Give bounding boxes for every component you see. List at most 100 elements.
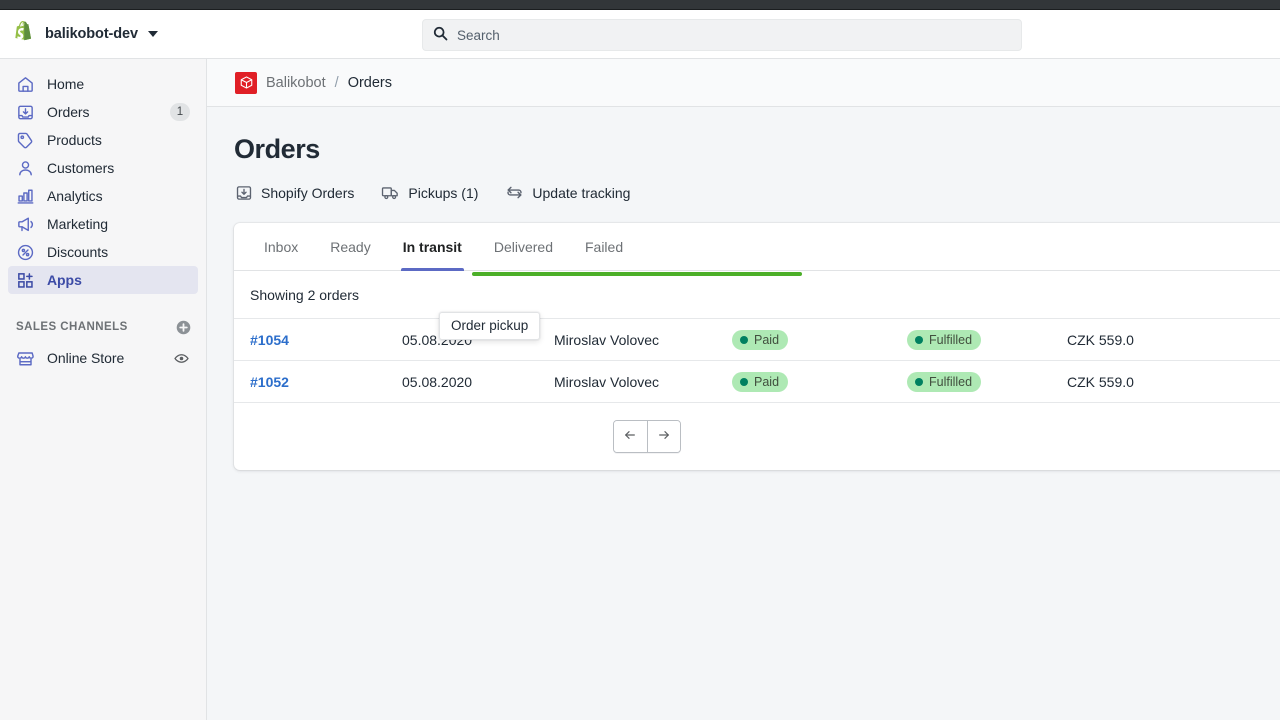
payment-status-cell: Paid: [732, 371, 907, 392]
update-tracking-action[interactable]: Update tracking: [505, 183, 630, 202]
eye-icon[interactable]: [172, 349, 190, 367]
sidebar-item-label: Orders: [47, 104, 90, 120]
tab-inbox[interactable]: Inbox: [248, 223, 314, 270]
status-dot-icon: [915, 377, 923, 386]
fulfillment-status-cell: Fulfilled: [907, 329, 1067, 350]
analytics-icon: [15, 186, 35, 206]
sidebar-item-label: Analytics: [47, 188, 103, 204]
loading-progress-bar: [472, 272, 802, 276]
status-badge: Fulfilled: [907, 371, 982, 392]
store-icon: [15, 348, 35, 368]
search-input[interactable]: [457, 27, 1011, 43]
orders-import-icon: [234, 183, 253, 202]
shop-name: balikobot-dev: [45, 26, 138, 42]
sidebar-item-apps[interactable]: Apps: [8, 266, 198, 294]
shopify-orders-action[interactable]: Shopify Orders: [234, 183, 354, 202]
plus-circle-icon[interactable]: [174, 318, 192, 336]
top-bar: balikobot-dev: [0, 10, 1280, 59]
search-icon: [433, 26, 448, 44]
order-total-cell: CZK 559.0: [1067, 373, 1134, 390]
status-badge: Paid: [732, 329, 789, 350]
sales-channels-header: SALES CHANNELS: [16, 316, 192, 338]
tooltip-text: Order pickup: [451, 318, 529, 333]
search-bar[interactable]: [422, 19, 1022, 51]
sidebar-item-products[interactable]: Products: [8, 126, 198, 154]
pagination-row: [234, 403, 1280, 470]
breadcrumb-separator: /: [334, 74, 339, 91]
refresh-icon: [505, 183, 524, 202]
sidebar-item-customers[interactable]: Customers: [8, 154, 198, 182]
previous-page-button[interactable]: [613, 421, 647, 452]
sidebar-item-label: Marketing: [47, 216, 109, 232]
browser-chrome-strip: [0, 0, 1280, 10]
arrow-right-icon: [656, 427, 672, 446]
sidebar-item-label: Apps: [47, 272, 82, 288]
tab-failed[interactable]: Failed: [569, 223, 639, 270]
showing-label: Showing 2 orders: [250, 286, 359, 303]
apps-icon: [15, 270, 35, 290]
sidebar: Home Orders 1 Products Customers Analyti…: [0, 59, 207, 720]
order-link[interactable]: #1052: [250, 374, 289, 390]
pagination-control: [612, 420, 681, 453]
table-row[interactable]: #1052 05.08.2020 Miroslav Volovec Paid F…: [234, 361, 1280, 403]
next-page-button[interactable]: [646, 421, 680, 452]
order-status-tabs: Inbox Ready In transit Delivered Failed: [234, 223, 1280, 271]
breadcrumb-app-link[interactable]: Balikobot: [266, 75, 326, 91]
order-customer-cell: Miroslav Volovec: [554, 373, 660, 390]
order-link[interactable]: #1054: [250, 332, 289, 348]
orders-card: Inbox Ready In transit Delivered Failed: [234, 223, 1280, 470]
orders-count-badge: 1: [170, 103, 190, 121]
order-customer-cell: Miroslav Volovec: [554, 331, 660, 348]
sidebar-item-orders[interactable]: Orders 1: [8, 98, 198, 126]
tab-in-transit[interactable]: In transit: [387, 223, 478, 271]
status-label: Fulfilled: [929, 332, 973, 347]
sidebar-item-online-store[interactable]: Online Store: [8, 344, 198, 372]
action-label: Update tracking: [532, 184, 631, 201]
status-dot-icon: [740, 335, 748, 344]
order-number-cell: #1052: [250, 374, 402, 390]
tab-label: Failed: [584, 238, 624, 255]
tab-label: Delivered: [493, 238, 553, 255]
breadcrumb-current: Orders: [347, 74, 393, 91]
page-actions: Shopify Orders Pickups (1) Update tracki…: [234, 183, 1280, 202]
sidebar-item-label: Online Store: [47, 350, 125, 366]
status-label: Paid: [754, 374, 780, 389]
showing-orders-text: Showing 2 orders: [234, 271, 1280, 319]
balikobot-box-icon: [235, 71, 257, 94]
tab-label: In transit: [402, 238, 462, 255]
sidebar-item-label: Products: [47, 132, 102, 148]
sales-channels-title: SALES CHANNELS: [16, 321, 128, 333]
shop-switcher[interactable]: balikobot-dev: [0, 10, 207, 58]
sidebar-item-label: Customers: [47, 160, 115, 176]
pickups-action[interactable]: Pickups (1): [381, 183, 478, 202]
products-icon: [15, 130, 35, 150]
action-label: Pickups (1): [408, 184, 479, 201]
sidebar-item-label: Home: [47, 76, 85, 92]
order-date-cell: 05.08.2020: [402, 373, 473, 390]
arrow-left-icon: [622, 427, 638, 446]
fulfillment-status-cell: Fulfilled: [907, 371, 1067, 392]
payment-status-cell: Paid: [732, 329, 907, 350]
tab-ready[interactable]: Ready: [314, 223, 386, 270]
discounts-icon: [15, 242, 35, 262]
status-badge: Paid: [732, 371, 789, 392]
tab-label: Ready: [330, 238, 371, 255]
breadcrumb: Balikobot / Orders: [207, 59, 1280, 107]
order-number-cell: #1054: [250, 332, 402, 348]
sidebar-item-analytics[interactable]: Analytics: [8, 182, 198, 210]
tab-delivered[interactable]: Delivered: [478, 223, 569, 270]
action-label: Shopify Orders: [261, 184, 355, 201]
status-dot-icon: [915, 335, 923, 344]
chevron-down-icon: [147, 31, 158, 37]
order-total-cell: CZK 559.0: [1067, 331, 1134, 348]
main-content: Balikobot / Orders Orders Shopify Orders: [207, 59, 1280, 720]
sidebar-item-home[interactable]: Home: [8, 70, 198, 98]
shopify-bag-icon: [12, 21, 36, 47]
sidebar-item-marketing[interactable]: Marketing: [8, 210, 198, 238]
sidebar-item-label: Discounts: [47, 244, 109, 260]
status-dot-icon: [740, 377, 748, 386]
page-title: Orders: [234, 134, 320, 164]
truck-icon: [381, 183, 400, 202]
sidebar-item-discounts[interactable]: Discounts: [8, 238, 198, 266]
table-row[interactable]: #1054 05.08.2020 Miroslav Volovec Paid F…: [234, 319, 1280, 361]
